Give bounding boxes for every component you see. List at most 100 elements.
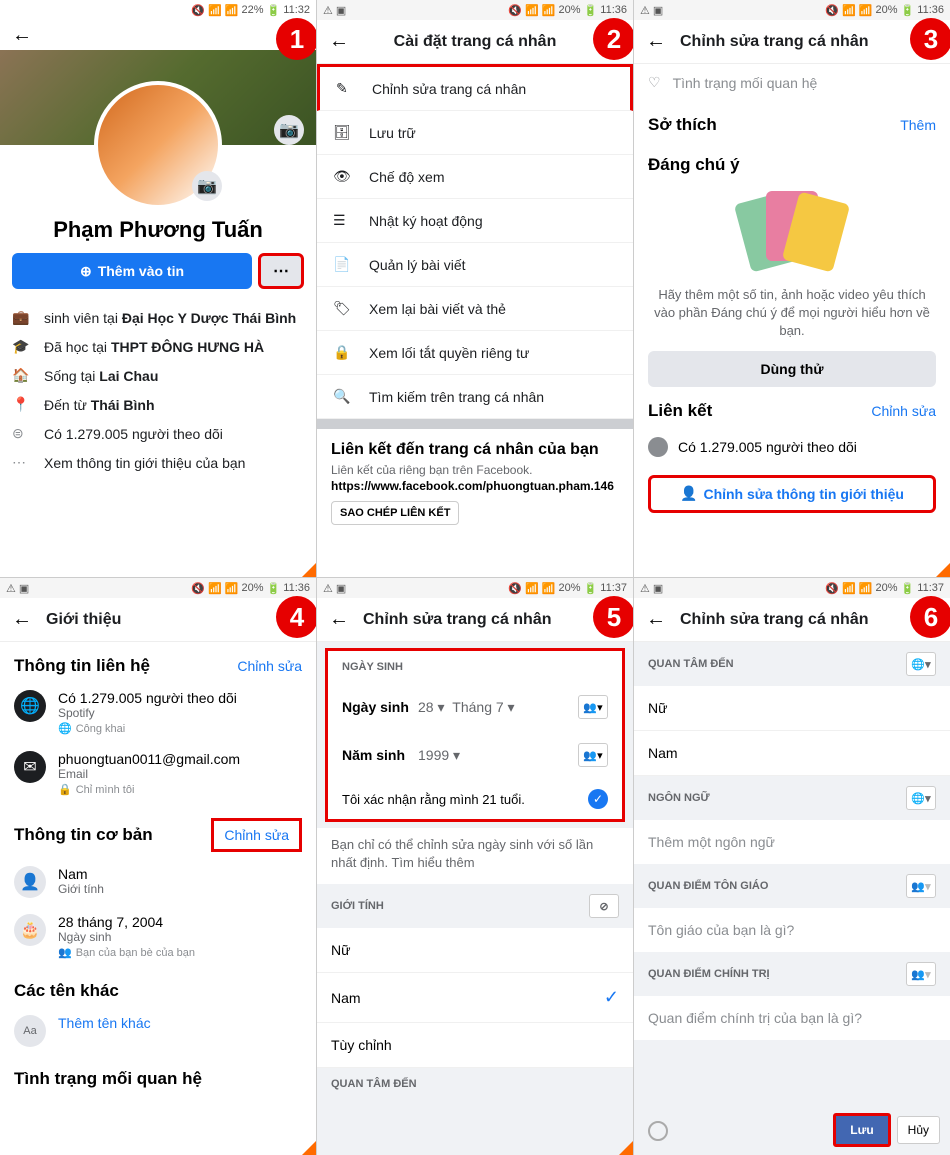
more-button[interactable]: ⋯ (258, 253, 304, 289)
dob-note: Bạn chỉ có thể chỉnh sửa ngày sinh với s… (317, 828, 633, 884)
hobbies-heading: Sở thích (648, 115, 717, 135)
gender-male-option[interactable]: Nam✓ (317, 973, 633, 1023)
menu-edit-profile[interactable]: ✎Chỉnh sửa trang cá nhân (317, 64, 633, 111)
links-heading: Liên kết (648, 401, 712, 421)
gender-custom-option[interactable]: Tùy chỉnh (317, 1023, 633, 1068)
other-names-heading: Các tên khác (14, 981, 119, 1001)
briefcase-icon: 💼 (12, 309, 32, 326)
privacy-friends-button[interactable]: 👥▾ (578, 743, 608, 767)
globe-icon: 🌐 (14, 690, 46, 722)
check-icon: ✓ (588, 789, 608, 809)
featured-illustration (634, 181, 950, 282)
link-sub: Liên kết của riêng bạn trên Facebook. (331, 463, 619, 477)
profile-name: Phạm Phương Tuấn (0, 217, 316, 243)
header: ← Giới thiệu (0, 598, 316, 642)
home-icon: 🏠 (12, 367, 32, 384)
dob-row: 🎂 28 tháng 7, 2004Ngày sinh👥Bạn của bạn … (0, 906, 316, 967)
relationship-heading: Tình trạng mối quan hệ (14, 1069, 202, 1089)
menu-view-mode[interactable]: 👁Chế độ xem (317, 155, 633, 199)
header: ← Chỉnh sửa trang cá nhân (634, 598, 950, 642)
religion-input[interactable]: Tôn giáo của bạn là gì? (634, 908, 950, 952)
edit-contact-link[interactable]: Chỉnh sửa (237, 658, 302, 674)
basic-heading: Thông tin cơ bản (14, 825, 153, 845)
camera-avatar-icon[interactable]: 📷 (192, 171, 222, 201)
header: ← Cài đặt trang cá nhân (317, 20, 633, 64)
cake-icon: 🎂 (14, 914, 46, 946)
privacy-public-button[interactable]: 🌐▾ (906, 786, 936, 810)
dob-year-row[interactable]: Năm sinh 1999 ▾ 👥▾ (328, 731, 622, 779)
interested-section-label: QUAN TÂM ĐẾN 🌐▾ (634, 642, 950, 686)
page-title: Chỉnh sửa trang cá nhân (363, 611, 552, 629)
add-name-row[interactable]: Aa Thêm tên khác (0, 1007, 316, 1055)
back-arrow[interactable]: ← (12, 24, 32, 47)
cancel-button[interactable]: Hủy (897, 1116, 940, 1144)
edit-intro-button[interactable]: 👤Chỉnh sửa thông tin giới thiệu (648, 475, 936, 513)
interested-male-option[interactable]: Nam (634, 731, 950, 776)
relationship-row[interactable]: ♡Tình trạng mối quan hệ (634, 64, 950, 101)
aa-icon: Aa (14, 1015, 46, 1047)
gender-section-label: GIỚI TÍNH ⊘ (317, 884, 633, 928)
back-arrow[interactable]: ← (646, 30, 666, 53)
menu-archive[interactable]: 🗄Lưu trữ (317, 111, 633, 155)
header: ← Chỉnh sửa trang cá nhân (317, 598, 633, 642)
camera-cover-icon[interactable]: 📷 (274, 115, 304, 145)
info-lives: 🏠Sống tại Lai Chau (12, 361, 304, 390)
interested-female-option[interactable]: Nữ (634, 686, 950, 731)
save-button[interactable]: Lưu (833, 1113, 890, 1147)
plus-icon: ⊕ (80, 263, 92, 280)
page-title: Cài đặt trang cá nhân (394, 33, 557, 51)
search-icon: 🔍 (333, 388, 355, 405)
language-section-label: NGÔN NGỮ 🌐▾ (634, 776, 950, 820)
heart-icon: ♡ (648, 74, 661, 91)
gender-row: 👤 NamGiới tính (0, 858, 316, 906)
menu-review-posts[interactable]: 🏷Xem lại bài viết và thẻ (317, 287, 633, 331)
try-button[interactable]: Dùng thử (648, 351, 936, 387)
mail-icon: ✉ (14, 751, 46, 783)
info-work: 💼sinh viên tại Đại Học Y Dược Thái Bình (12, 303, 304, 332)
page-title: Chỉnh sửa trang cá nhân (680, 611, 869, 629)
radio-unchecked[interactable] (648, 1121, 668, 1141)
dob-day-month-row[interactable]: Ngày sinh 28 ▾ Tháng 7 ▾ 👥▾ (328, 683, 622, 731)
list-icon: ☰ (333, 212, 355, 229)
corner-indicator (619, 1141, 633, 1155)
menu-search[interactable]: 🔍Tìm kiếm trên trang cá nhân (317, 375, 633, 419)
add-hobbies-link[interactable]: Thêm (900, 117, 936, 133)
corner-indicator (936, 563, 950, 577)
see-intro-link[interactable]: ⋯Xem thông tin giới thiệu của bạn (12, 448, 304, 477)
privacy-friends-button[interactable]: 👥▾ (906, 962, 936, 986)
pencil-icon: ✎ (336, 80, 358, 97)
privacy-friends-button[interactable]: 👥▾ (906, 874, 936, 898)
age-confirm-row[interactable]: Tôi xác nhận rằng mình 21 tuổi. ✓ (328, 779, 622, 819)
page-title: Chỉnh sửa trang cá nhân (680, 33, 869, 51)
menu-privacy[interactable]: 🔒Xem lối tắt quyền riêng tư (317, 331, 633, 375)
copy-link-button[interactable]: SAO CHÉP LIÊN KẾT (331, 501, 459, 525)
friends-icon: 👥 (58, 946, 72, 959)
edit-basic-link[interactable]: Chỉnh sửa (211, 818, 302, 852)
graduation-icon: 🎓 (12, 338, 32, 355)
status-bar: ⚠ ▣ 🔇 📶 📶 20% 🔋 11:37 (634, 578, 950, 598)
back-arrow[interactable]: ← (329, 30, 349, 53)
add-story-button[interactable]: ⊕ Thêm vào tin (12, 253, 252, 289)
language-input[interactable]: Thêm một ngôn ngữ (634, 820, 950, 864)
contact-heading: Thông tin liên hệ (14, 656, 150, 676)
page-title: Giới thiệu (46, 611, 121, 629)
link-heading: Liên kết đến trang cá nhân của bạn (331, 441, 619, 459)
back-arrow[interactable]: ← (646, 608, 666, 631)
privacy-friends-button[interactable]: 👥▾ (578, 695, 608, 719)
edit-links-link[interactable]: Chỉnh sửa (871, 403, 936, 419)
status-bar: ⚠ ▣ 🔇 📶 📶 20% 🔋 11:36 (634, 0, 950, 20)
menu-manage-posts[interactable]: 📄Quản lý bài viết (317, 243, 633, 287)
back-arrow[interactable]: ← (12, 608, 32, 631)
religion-section-label: QUAN ĐIỂM TÔN GIÁO 👥▾ (634, 864, 950, 908)
globe-small-icon: 🌐 (58, 722, 72, 735)
lock-icon: 🔒 (333, 344, 355, 361)
politics-input[interactable]: Quan điểm chính trị của bạn là gì? (634, 996, 950, 1040)
gender-female-option[interactable]: Nữ (317, 928, 633, 973)
person-icon: 👤 (680, 485, 697, 502)
spotify-icon (648, 437, 668, 457)
spotify-icon: ⊜ (12, 425, 32, 442)
menu-activity-log[interactable]: ☰Nhật ký hoạt động (317, 199, 633, 243)
privacy-public-button[interactable]: 🌐▾ (906, 652, 936, 676)
back-arrow[interactable]: ← (329, 608, 349, 631)
cover-photo[interactable]: 📷 📷 (0, 50, 316, 145)
